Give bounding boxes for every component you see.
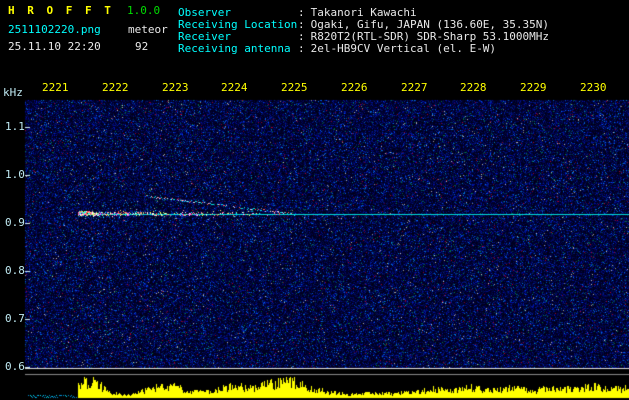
datetime: 25.11.10 22:20 [8, 40, 101, 53]
filename: 2511102220.png [8, 23, 101, 36]
time-label: 2225 [281, 81, 308, 94]
time-label: 2226 [341, 81, 368, 94]
info-colon: : [298, 42, 305, 55]
observation-info: Observer: Takanori Kawachi Receiving Loca… [178, 7, 549, 55]
info-value: 2el-HB9CV Vertical (el. E-W) [310, 42, 497, 55]
time-label: 2230 [580, 81, 607, 94]
freq-label: 0.9 [5, 216, 25, 229]
freq-label: 0.7 [5, 312, 25, 325]
time-label: 2228 [460, 81, 487, 94]
app-version: 1.0.0 [127, 4, 161, 17]
spectrogram-canvas [0, 80, 629, 400]
time-label: 2229 [520, 81, 547, 94]
time-label: 2223 [162, 81, 189, 94]
app-title: H R O F F T [8, 4, 114, 17]
freq-label: 0.6 [5, 360, 25, 373]
sample-count: 92 [135, 40, 149, 53]
time-label: 2221 [42, 81, 69, 94]
info-row: Receiving antenna:2el-HB9CV Vertical (el… [178, 43, 549, 55]
time-label: 2224 [221, 81, 248, 94]
mode-label: meteor [128, 23, 168, 36]
time-label: 2227 [401, 81, 428, 94]
freq-label: 1.1 [5, 120, 25, 133]
time-label: 2222 [102, 81, 129, 94]
freq-label: 0.8 [5, 264, 25, 277]
info-label: Receiving antenna [178, 42, 291, 55]
freq-unit-label: kHz [3, 86, 23, 99]
hrofft-window: H R O F F T 1.0.0 2511102220.png meteor … [0, 0, 629, 400]
freq-label: 1.0 [5, 168, 25, 181]
